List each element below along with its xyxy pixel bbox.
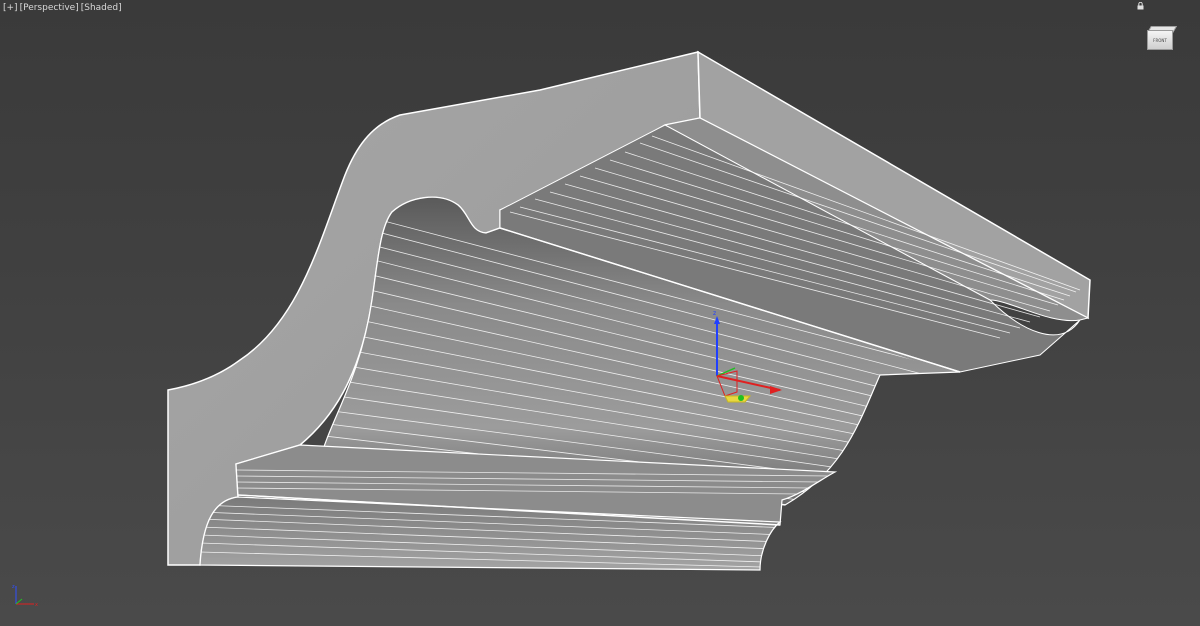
gizmo-plane-handle[interactable] (724, 395, 752, 403)
svg-text:z: z (713, 310, 716, 317)
crown-molding-model[interactable]: z (0, 0, 1200, 626)
svg-text:z: z (12, 584, 15, 590)
world-axis-icon: z x (12, 584, 38, 608)
svg-text:x: x (35, 602, 38, 608)
